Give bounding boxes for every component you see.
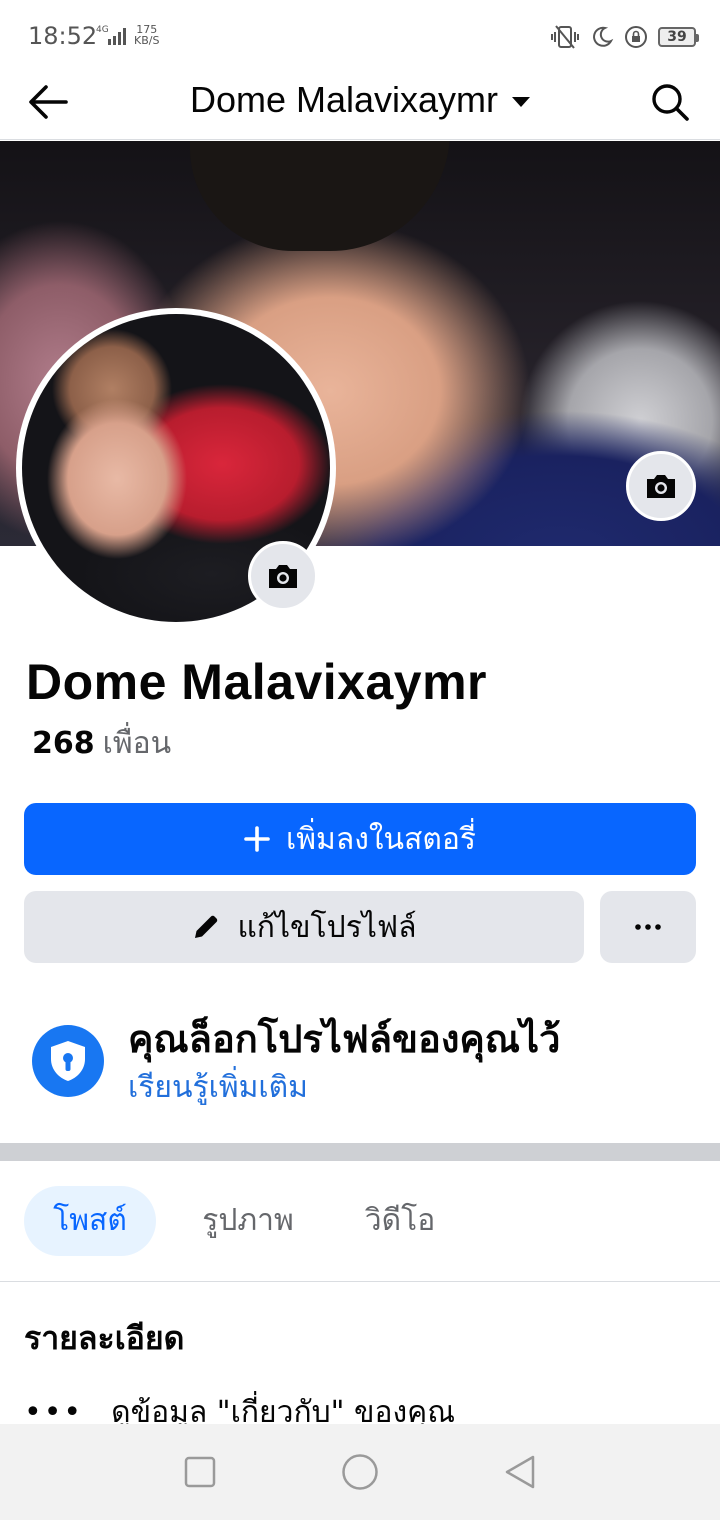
friends-label: เพื่อน [102, 726, 172, 761]
top-app-bar: Dome Malavixaymr [0, 70, 720, 140]
profile-switcher[interactable]: Dome Malavixaymr [0, 78, 720, 122]
status-bar: 18:52 4G 175 KB/S 39 [0, 0, 720, 70]
tabs-divider [0, 1281, 720, 1282]
section-divider [0, 1143, 720, 1161]
more-dots-icon [635, 924, 661, 930]
status-icons: 39 [550, 24, 699, 50]
tab-photos[interactable]: รูปภาพ [180, 1186, 316, 1256]
vibrate-mute-icon [551, 25, 579, 49]
nav-circle-icon [342, 1454, 378, 1490]
recents-button[interactable] [172, 1444, 228, 1500]
back-nav-button[interactable] [492, 1444, 548, 1500]
network-type: 4G [96, 25, 109, 35]
nav-triangle-icon [505, 1455, 535, 1489]
friends-count-link[interactable]: 268 เพื่อน [32, 724, 171, 764]
locked-profile-title: คุณล็อกโปรไฟล์ของคุณไว้ [128, 1017, 561, 1061]
friends-count: 268 [32, 726, 95, 761]
battery-indicator: 39 [658, 27, 699, 47]
speed-unit: KB/S [134, 34, 160, 47]
lock-rotation-icon [625, 26, 647, 48]
moon-icon [593, 26, 614, 47]
signal-icon [108, 28, 126, 45]
status-time: 18:52 [28, 22, 98, 50]
battery-level: 39 [667, 29, 687, 45]
more-options-button[interactable] [600, 891, 696, 963]
locked-profile-badge [32, 1025, 104, 1097]
edit-profile-button[interactable]: แก้ไขโปรไฟล์ [24, 891, 584, 963]
edit-profile-picture-button[interactable] [248, 541, 318, 611]
camera-icon [647, 475, 675, 498]
home-button[interactable] [332, 1444, 388, 1500]
pencil-icon [195, 915, 218, 938]
edit-profile-label: แก้ไขโปรไฟล์ [237, 909, 417, 945]
edit-cover-button[interactable] [626, 451, 696, 521]
tab-posts[interactable]: โพสต์ [24, 1186, 156, 1256]
network-speed: 175 KB/S [134, 24, 159, 46]
caret-down-icon [512, 97, 531, 108]
add-to-story-button[interactable]: เพิ่มลงในสตอรี่ [24, 803, 696, 875]
nav-square-icon [184, 1456, 216, 1488]
add-to-story-label: เพิ่มลงในสตอรี่ [286, 821, 476, 857]
learn-more-link[interactable]: เรียนรู้เพิ่มเติม [128, 1066, 308, 1110]
system-navigation-bar [0, 1424, 720, 1520]
details-heading: รายละเอียด [24, 1319, 185, 1357]
plus-icon [244, 826, 270, 852]
profile-name: Dome Malavixaymr [26, 654, 488, 710]
shield-lock-icon [51, 1041, 85, 1081]
header-title: Dome Malavixaymr [189, 79, 499, 120]
search-icon [652, 84, 689, 121]
tab-videos[interactable]: วิดีโอ [344, 1186, 456, 1256]
camera-icon [269, 565, 297, 588]
search-button[interactable] [644, 76, 696, 128]
